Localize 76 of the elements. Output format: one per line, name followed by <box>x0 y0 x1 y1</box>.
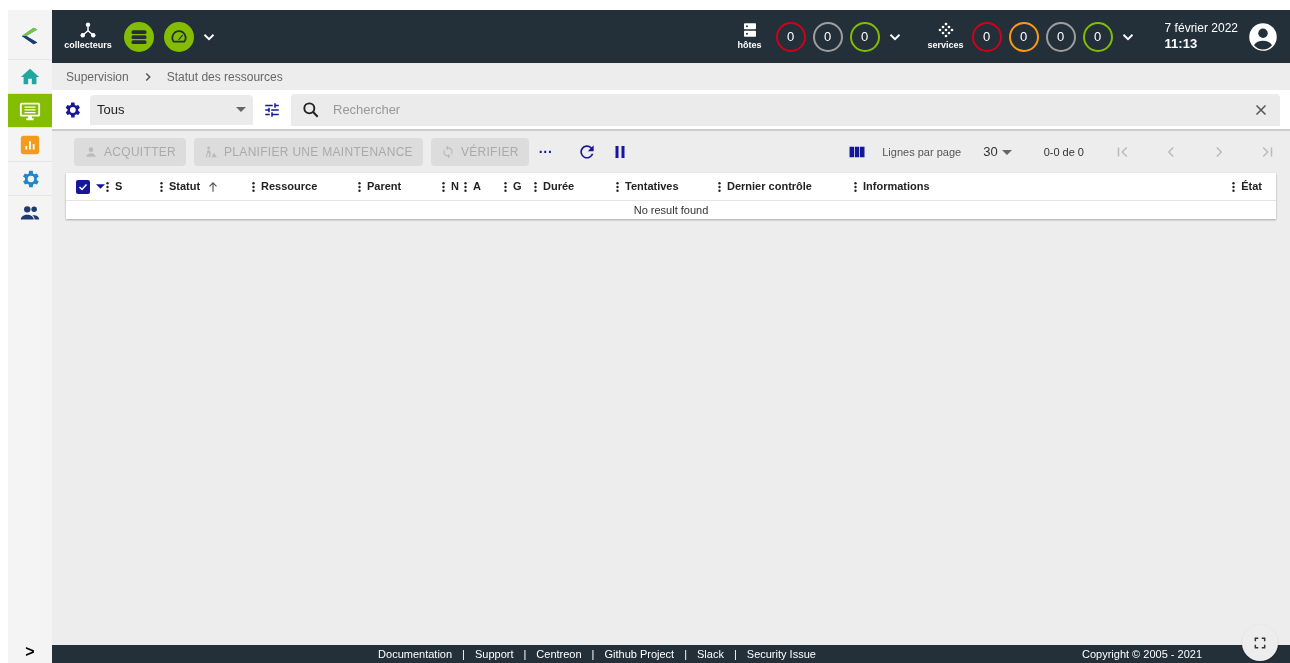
breadcrumb-link[interactable]: Supervision <box>66 67 129 86</box>
pagination-range: 0-0 de 0 <box>1043 144 1084 160</box>
drag-handle-icon <box>252 180 255 193</box>
drag-handle-icon <box>358 180 361 193</box>
database-status-button[interactable] <box>124 21 154 52</box>
fullscreen-button[interactable] <box>1242 625 1278 661</box>
column-header[interactable]: État <box>1214 178 1276 195</box>
column-header[interactable]: A <box>464 178 504 195</box>
chart-icon <box>19 133 41 156</box>
drag-handle-icon <box>718 180 721 193</box>
status-counter[interactable]: 0 <box>849 21 880 52</box>
status-counter[interactable]: 0 <box>1008 21 1039 52</box>
drag-handle-icon <box>854 180 857 193</box>
worker-icon <box>204 145 219 159</box>
sliders-icon[interactable] <box>263 100 281 119</box>
column-header[interactable]: Ressource <box>252 178 358 195</box>
column-header[interactable]: Tentatives <box>616 178 718 195</box>
separator-text: | <box>733 646 737 662</box>
separator-text: | <box>523 646 527 662</box>
status-counter[interactable]: 0 <box>971 21 1002 52</box>
network-icon <box>79 20 97 39</box>
time-text: 11:13 <box>1164 35 1199 53</box>
status-counter[interactable]: 0 <box>1045 21 1076 52</box>
dots-grid-icon <box>936 20 955 39</box>
latency-status-button[interactable] <box>164 21 194 52</box>
search-field[interactable]: Rechercher <box>291 93 1280 126</box>
status-counter[interactable]: 0 <box>775 21 806 52</box>
search-input[interactable]: Rechercher <box>333 99 1240 120</box>
column-header[interactable]: Statut <box>160 178 252 195</box>
copyright-text: Copyright © 2005 - 2021 <box>1082 646 1202 662</box>
search-icon <box>301 99 321 120</box>
footer-link[interactable]: Support <box>474 645 514 663</box>
footer-link[interactable]: Slack <box>697 645 724 663</box>
footer-link[interactable]: Centreon <box>536 645 582 663</box>
separator-text: | <box>591 646 595 662</box>
breadcrumb-link[interactable]: Statut des ressources <box>166 67 283 86</box>
hosts-button[interactable]: hôtes <box>729 20 770 53</box>
expand-button[interactable]: > <box>8 643 52 663</box>
column-header[interactable]: Durée <box>534 178 616 195</box>
column-header[interactable]: G <box>504 178 534 195</box>
person-icon <box>84 145 98 159</box>
filter-dropdown[interactable]: Tous <box>90 94 253 125</box>
more-button[interactable]: ··· <box>538 141 553 163</box>
status-counter[interactable]: 0 <box>812 21 843 52</box>
column-header[interactable]: S <box>106 178 160 195</box>
drag-handle-icon <box>534 180 537 193</box>
drag-handle-icon <box>504 180 507 193</box>
drag-handle-icon <box>442 180 445 193</box>
pollers-button[interactable]: collecteurs <box>64 20 112 53</box>
select-all-checkbox[interactable] <box>76 179 90 194</box>
column-header[interactable]: Dernier contrôle <box>718 178 854 195</box>
column-header[interactable]: Parent <box>358 178 442 195</box>
caret-icon <box>236 107 246 112</box>
footer-link[interactable]: Documentation <box>378 645 453 663</box>
separator-text: | <box>462 646 465 662</box>
drag-handle-icon <box>160 180 163 193</box>
caret-icon[interactable] <box>96 184 105 189</box>
drag-handle-icon <box>616 180 619 193</box>
drag-handle-icon <box>464 180 467 193</box>
services-button[interactable]: services <box>925 20 966 53</box>
footer-link[interactable]: Security Issue <box>746 645 816 663</box>
sync-icon <box>440 145 455 159</box>
rows-per-page-select[interactable]: 30 <box>983 142 1012 162</box>
column-header[interactable]: N <box>442 178 464 195</box>
drag-handle-icon <box>1232 180 1236 193</box>
date-text: 7 février 2022 <box>1164 20 1238 36</box>
separator-text: | <box>684 646 688 662</box>
fullscreen-icon <box>1253 636 1267 650</box>
empty-message: No result found <box>633 202 709 218</box>
caret-icon <box>1001 149 1012 155</box>
drag-handle-icon <box>106 180 109 193</box>
rows-per-page-label: Lignes par page <box>882 144 962 160</box>
account-icon[interactable] <box>1248 21 1278 52</box>
status-counter[interactable]: 0 <box>1082 21 1113 52</box>
footer-link[interactable]: Github Project <box>604 645 675 663</box>
column-header[interactable]: Informations <box>854 178 1214 195</box>
